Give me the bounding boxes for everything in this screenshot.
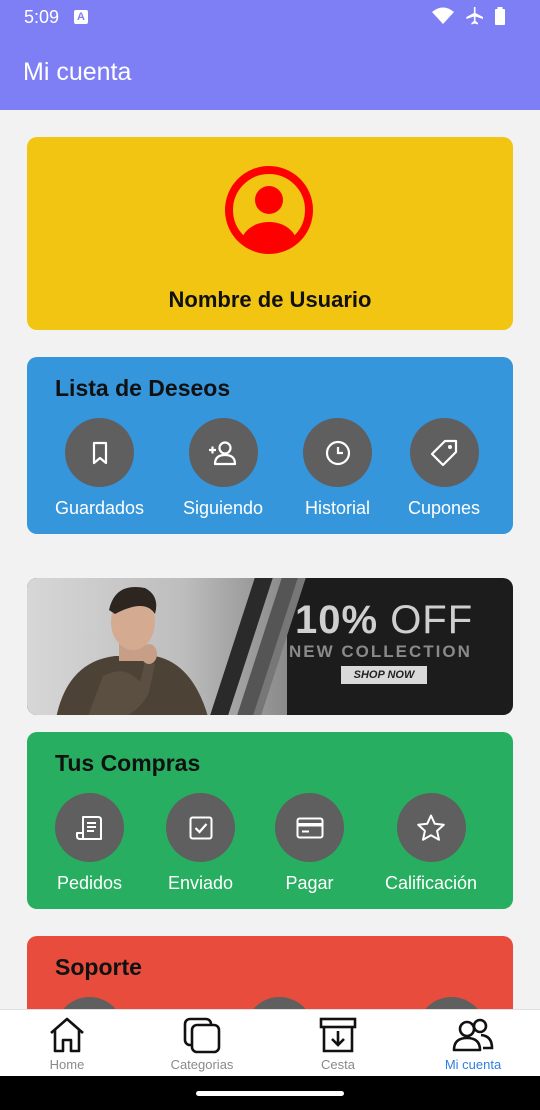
saved-button[interactable]: Guardados bbox=[55, 418, 144, 519]
promo-banner[interactable]: 10% OFF NEW COLLECTION SHOP NOW bbox=[27, 578, 513, 715]
basket-icon bbox=[319, 1017, 357, 1053]
purchases-title: Tus Compras bbox=[55, 750, 201, 776]
nav-home[interactable]: Home bbox=[12, 1016, 122, 1072]
wifi-icon bbox=[432, 7, 454, 24]
coupons-button[interactable]: Cupones bbox=[408, 418, 480, 519]
home-gesture-handle[interactable] bbox=[196, 1091, 344, 1096]
banner-model-image bbox=[56, 586, 208, 715]
user-circle-icon[interactable] bbox=[223, 164, 315, 256]
battery-icon bbox=[495, 7, 505, 25]
profile-card[interactable]: Nombre de Usuario bbox=[27, 137, 513, 330]
tag-icon bbox=[430, 439, 458, 466]
nav-categories[interactable]: Categorias bbox=[147, 1016, 257, 1072]
nav-home-label: Home bbox=[49, 1057, 85, 1072]
banner-offer: 10% OFF bbox=[295, 598, 474, 642]
following-button[interactable]: Siguiendo bbox=[183, 418, 263, 519]
status-bar: 5:09 A bbox=[0, 0, 540, 34]
nav-my-account[interactable]: Mi cuenta bbox=[418, 1016, 528, 1072]
system-nav-bar bbox=[0, 1076, 540, 1110]
bookmark-icon bbox=[92, 441, 107, 464]
checkbox-icon bbox=[189, 816, 212, 839]
orders-button[interactable]: Pedidos bbox=[55, 793, 124, 894]
wishlist-title: Lista de Deseos bbox=[55, 375, 231, 401]
nav-basket[interactable]: Cesta bbox=[283, 1016, 393, 1072]
support-title: Soporte bbox=[55, 954, 142, 980]
home-icon bbox=[50, 1017, 84, 1053]
receipt-icon bbox=[75, 815, 102, 840]
following-label: Siguiendo bbox=[183, 498, 264, 518]
star-icon bbox=[417, 814, 445, 841]
airplane-icon bbox=[466, 7, 483, 25]
status-icons bbox=[432, 6, 506, 26]
username: Nombre de Usuario bbox=[168, 287, 372, 312]
notification-icon: A bbox=[74, 10, 88, 24]
history-button[interactable]: Historial bbox=[303, 418, 372, 519]
credit-card-icon bbox=[296, 817, 323, 838]
categories-icon bbox=[183, 1017, 221, 1054]
clock-icon bbox=[325, 440, 350, 465]
rating-button[interactable]: Calificación bbox=[385, 793, 477, 894]
shipped-button[interactable]: Enviado bbox=[166, 793, 235, 894]
nav-basket-label: Cesta bbox=[321, 1057, 355, 1072]
page-title: Mi cuenta bbox=[23, 58, 132, 86]
saved-label: Guardados bbox=[55, 498, 145, 518]
rating-label: Calificación bbox=[385, 873, 478, 893]
history-label: Historial bbox=[304, 498, 370, 518]
app-bar: Mi cuenta bbox=[0, 34, 540, 110]
pay-label: Pagar bbox=[285, 873, 334, 893]
shipped-label: Enviado bbox=[167, 873, 234, 893]
nav-my-account-label: Mi cuenta bbox=[444, 1057, 502, 1072]
users-icon bbox=[452, 1018, 494, 1052]
bottom-nav: Home Categorias Cesta Mi cuenta bbox=[0, 1009, 540, 1076]
coupons-label: Cupones bbox=[408, 498, 481, 518]
add-user-icon bbox=[209, 440, 237, 465]
wishlist-card: Lista de Deseos Guardados Siguiendo Hist… bbox=[27, 357, 513, 534]
banner-collection: NEW COLLECTION bbox=[289, 642, 472, 661]
orders-label: Pedidos bbox=[56, 873, 123, 893]
pay-button[interactable]: Pagar bbox=[275, 793, 344, 894]
nav-categories-label: Categorias bbox=[170, 1057, 234, 1072]
status-time: 5:09 bbox=[24, 7, 60, 27]
shop-now-button[interactable]: SHOP NOW bbox=[341, 666, 427, 684]
purchases-card: Tus Compras Pedidos Enviado Pagar Califi… bbox=[27, 732, 513, 909]
